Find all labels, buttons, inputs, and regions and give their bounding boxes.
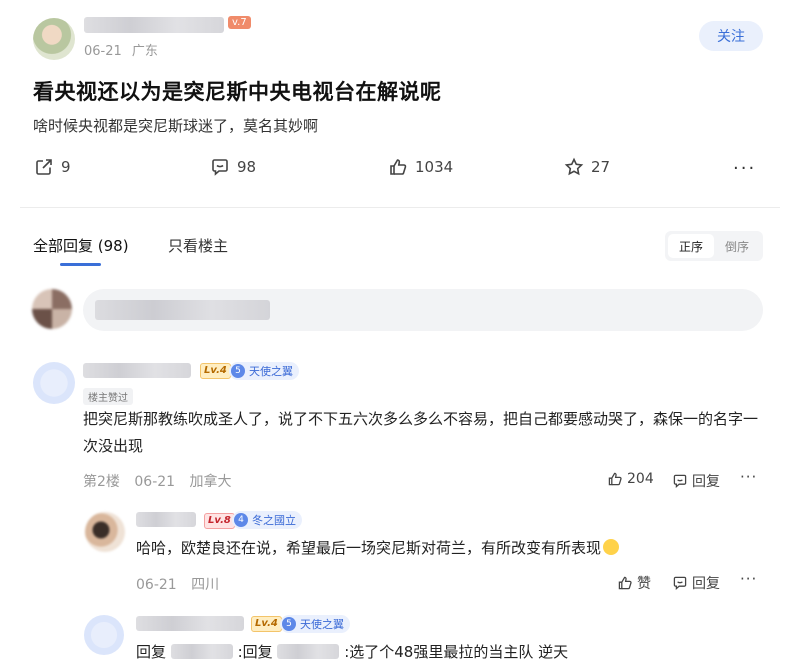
comment-input[interactable] [83, 289, 763, 331]
comment-like-button[interactable]: 204 [607, 471, 654, 487]
comment-text: 把突尼斯那教练吹成圣人了，说了不下五六次多么多么不容易，把自己都要感动哭了，森保… [83, 410, 759, 455]
share-action[interactable]: 9 [33, 156, 71, 178]
follow-button[interactable]: 关注 [699, 21, 763, 51]
post-time: 06-21 [84, 44, 122, 59]
replier-avatar[interactable] [84, 615, 124, 655]
post-title: 看央视还以为是突尼斯中央电视台在解说呢 [33, 80, 442, 104]
reply-label: 回复 [692, 576, 720, 592]
more-options-icon[interactable]: ··· [740, 468, 757, 486]
reply-text: 哈哈，欧楚良还在说，希望最后一场突尼斯对荷兰，有所改变有所表现 [136, 535, 756, 562]
honor-label: 天使之翼 [300, 618, 344, 631]
replier-name-blurred[interactable] [136, 512, 196, 527]
replier-level-badge: Lv.8 [204, 513, 235, 529]
reply-location: 四川 [191, 577, 220, 593]
post-body: 啥时候央视都是突尼斯球迷了，莫名其妙啊 [33, 117, 319, 135]
comment-location: 加拿大 [189, 474, 232, 490]
star-icon [563, 156, 585, 178]
honor-level-icon: 4 [234, 513, 248, 527]
favorite-count: 27 [591, 158, 611, 176]
honor-level-icon: 5 [231, 364, 245, 378]
replier-honor-badge: 5 天使之翼 [280, 615, 350, 633]
commenter-name-blurred[interactable] [83, 363, 191, 378]
reply-prefix: 回复 [136, 643, 167, 661]
comment-like-count: 204 [627, 471, 654, 487]
comment-icon [209, 156, 231, 178]
share-count: 9 [61, 158, 71, 176]
comment-icon [673, 474, 687, 488]
reply-text-content: :选了个48强里最拉的当主队 逆天 [344, 643, 569, 661]
replier-honor-badge: 4 冬之國立 [232, 511, 302, 529]
reply-reply-button[interactable]: 回复 [672, 573, 720, 593]
post-location: 广东 [131, 44, 158, 59]
comment-reply-button[interactable]: 回复 [672, 471, 720, 491]
thumbs-up-icon [608, 472, 622, 486]
op-liked-tag: 楼主赞过 [83, 388, 133, 405]
like-action[interactable]: 1034 [387, 156, 453, 178]
replier-name-blurred[interactable] [136, 616, 244, 631]
commenter-level-badge: Lv.4 [200, 363, 231, 379]
replier-avatar[interactable] [85, 512, 125, 552]
sort-toggle: 正序 倒序 [665, 231, 763, 261]
tab-only-op[interactable]: 只看楼主 [168, 235, 228, 256]
post-meta: 06-21 广东 [84, 40, 158, 59]
divider [20, 207, 780, 208]
comment-input-placeholder-blurred [95, 300, 270, 320]
thumbs-up-icon [618, 576, 632, 590]
comment-action[interactable]: 98 [209, 156, 256, 178]
reply-mid: :回复 [237, 643, 273, 661]
reply-text-content: 哈哈，欧楚良还在说，希望最后一场突尼斯对荷兰，有所改变有所表现 [136, 539, 602, 557]
like-count: 1034 [415, 158, 454, 176]
sort-desc-button[interactable]: 倒序 [714, 234, 760, 258]
tab-all-replies[interactable]: 全部回复 (98) [33, 235, 129, 256]
reply-time: 06-21 [136, 577, 177, 593]
comment-count: 98 [237, 158, 257, 176]
comment-icon [673, 576, 687, 590]
comment-time: 06-21 [134, 474, 176, 490]
more-options-icon[interactable]: ··· [733, 158, 756, 179]
page: v.7 06-21 广东 关注 看央视还以为是突尼斯中央电视台在解说呢 啥时候央… [0, 0, 800, 669]
author-name-blurred[interactable] [84, 17, 224, 33]
comment-floor: 第2楼 [83, 474, 120, 490]
favorite-action[interactable]: 27 [563, 156, 610, 178]
reply-like-button[interactable]: 赞 [617, 573, 651, 593]
mentioned-user-blurred[interactable] [170, 644, 233, 659]
reply-meta: 06-21 四川 [136, 574, 219, 594]
share-icon [33, 156, 55, 178]
my-avatar [32, 289, 72, 329]
active-tab-indicator [60, 263, 101, 266]
smile-emoji-icon [603, 539, 620, 555]
commenter-honor-badge: 5 天使之翼 [229, 362, 299, 380]
mentioned-user-blurred[interactable] [277, 644, 340, 659]
more-options-icon[interactable]: ··· [740, 570, 757, 588]
sort-asc-button[interactable]: 正序 [668, 234, 714, 258]
reply-text: 回复 :回复 :选了个48强里最拉的当主队 逆天 [136, 639, 776, 666]
honor-label: 冬之國立 [252, 514, 296, 527]
commenter-avatar[interactable] [33, 362, 75, 404]
honor-level-icon: 5 [282, 617, 296, 631]
thumbs-up-icon [387, 156, 409, 178]
author-avatar[interactable] [33, 18, 75, 60]
reply-label: 回复 [692, 474, 720, 490]
replier-level-badge: Lv.4 [251, 616, 282, 632]
comment-meta: 第2楼 06-21 加拿大 [83, 471, 232, 491]
like-label: 赞 [637, 576, 651, 592]
author-level-badge: v.7 [228, 16, 251, 29]
honor-label: 天使之翼 [249, 365, 293, 378]
